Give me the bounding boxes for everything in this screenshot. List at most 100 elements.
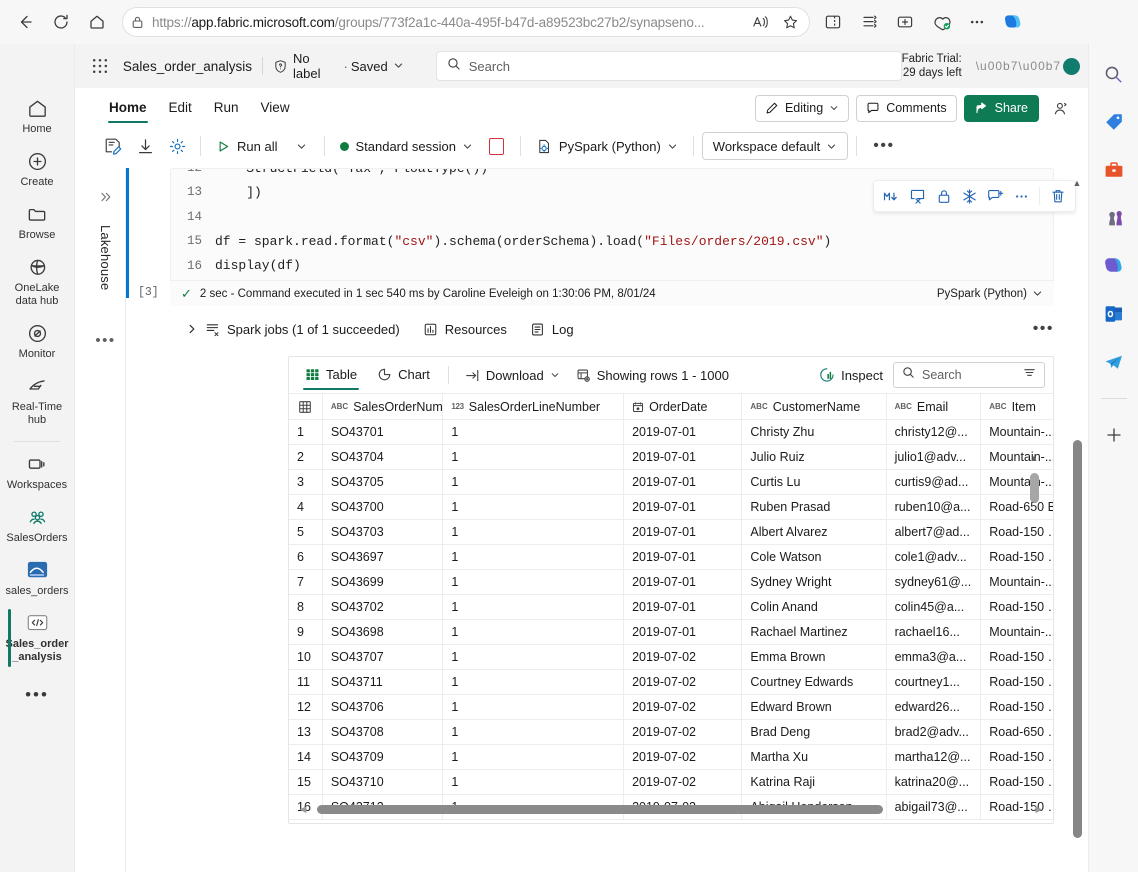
table-row[interactable]: 6 SO43697 1 2019-07-01 Cole Watson cole1@adv.…	[289, 544, 1053, 570]
search-icon[interactable]	[1098, 58, 1130, 90]
page-title[interactable]: Sales_order_analysis	[123, 59, 252, 74]
column-header-item[interactable]: ABC Item	[980, 393, 1053, 420]
outlook-icon[interactable]	[1098, 298, 1130, 330]
table-row[interactable]: 13 SO43708 1 2019-07-02 Brad Deng brad2@adv..…	[289, 719, 1053, 745]
scroll-left-icon[interactable]: ◀	[297, 804, 309, 815]
inspect-button[interactable]: Inspect	[819, 367, 883, 383]
tag-icon[interactable]	[1098, 106, 1130, 138]
select-all-header[interactable]	[289, 393, 323, 420]
sidebar-item-create[interactable]: Create	[0, 143, 75, 196]
trial-status[interactable]: Fabric Trial: 29 days left	[902, 52, 962, 80]
app-launcher-icon[interactable]	[85, 51, 115, 81]
column-header-salesordernumber[interactable]: ABC SalesOrderNumber	[322, 393, 444, 420]
table-row[interactable]: 11 SO43711 1 2019-07-02 Courtney Edwards cour…	[289, 669, 1053, 695]
browser-essentials-icon[interactable]	[888, 5, 922, 39]
gear-icon[interactable]	[162, 131, 192, 161]
column-header-email[interactable]: ABC Email	[886, 393, 982, 420]
table-row[interactable]: 1 SO43701 1 2019-07-01 Christy Zhu christy12@…	[289, 419, 1053, 445]
table-row[interactable]: 10 SO43707 1 2019-07-02 Emma Brown emma3@a...…	[289, 644, 1053, 670]
sensitivity-label-button[interactable]: No label	[273, 51, 341, 81]
expand-chevron-icon[interactable]	[99, 190, 113, 207]
session-selector[interactable]: Standard session	[333, 132, 479, 160]
grid-hscroll-thumb[interactable]	[317, 804, 883, 814]
showing-rows-button[interactable]: Showing rows 1 - 1000	[570, 368, 735, 383]
table-row[interactable]: 15 SO43710 1 2019-07-02 Katrina Raji katrina2…	[289, 769, 1053, 795]
scroll-right-icon[interactable]: ▶	[1033, 804, 1045, 815]
column-header-salesorderlinenumber[interactable]: 123 SalesOrderLineNumber	[442, 393, 625, 420]
run-all-button[interactable]: Run all	[209, 132, 284, 160]
sidebar-item-onelake-data-hub[interactable]: OneLake data hub	[0, 249, 75, 315]
address-bar[interactable]: https://app.fabric.microsoft.com/groups/…	[122, 7, 810, 37]
spark-jobs-label[interactable]: Spark jobs (1 of 1 succeeded)	[227, 322, 400, 337]
more-icon[interactable]	[960, 5, 994, 39]
tab-run[interactable]: Run	[205, 93, 248, 123]
read-aloud-icon[interactable]	[749, 14, 771, 30]
games-icon[interactable]	[1098, 202, 1130, 234]
scroll-up-icon[interactable]: ▲	[1029, 453, 1039, 463]
performance-icon[interactable]	[924, 5, 958, 39]
result-search-input[interactable]	[922, 368, 1016, 382]
run-all-caret[interactable]	[286, 131, 316, 161]
table-row[interactable]: 3 SO43705 1 2019-07-01 Curtis Lu curtis9@ad..…	[289, 469, 1053, 495]
copilot-icon[interactable]	[998, 7, 1028, 37]
data-grid[interactable]: ABCSalesOrderNumber 123SalesOrderLineNum…	[289, 393, 1053, 823]
sidebar-item-browse[interactable]: Browse	[0, 196, 75, 249]
home-button[interactable]	[80, 5, 114, 39]
log-label[interactable]: Log	[552, 322, 574, 337]
comments-button[interactable]: Comments	[856, 94, 957, 122]
lock-icon[interactable]	[931, 183, 956, 209]
sidebar-more-button[interactable]: •••	[25, 685, 49, 705]
table-row[interactable]: 12 SO43706 1 2019-07-02 Edward Brown edward26…	[289, 694, 1053, 720]
save-status-button[interactable]: Saved	[351, 59, 404, 74]
cell-language-selector[interactable]: PySpark (Python)	[937, 288, 1043, 300]
command-more-button[interactable]: •••	[865, 137, 902, 155]
tab-table[interactable]: Table	[297, 360, 365, 390]
collections-icon[interactable]	[852, 5, 886, 39]
table-row[interactable]: 4 SO43700 1 2019-07-01 Ruben Prasad ruben10@a…	[289, 494, 1053, 520]
tab-edit[interactable]: Edit	[160, 93, 201, 123]
scroll-up-icon[interactable]: ▲	[1072, 178, 1082, 188]
add-icon[interactable]	[1098, 419, 1130, 451]
sidebar-item-real-time-hub[interactable]: Real-Time hub	[0, 368, 75, 434]
sidebar-item-sales-order-analysis[interactable]: Sales_order_analysis	[0, 605, 75, 671]
download-button[interactable]: Download	[459, 368, 566, 383]
editing-mode-button[interactable]: Editing	[754, 94, 850, 122]
search-input[interactable]	[468, 58, 891, 74]
tab-view[interactable]: View	[252, 93, 299, 123]
share-people-icon[interactable]	[1046, 95, 1074, 122]
split-screen-icon[interactable]	[816, 5, 850, 39]
table-row[interactable]: 14 SO43709 1 2019-07-02 Martha Xu martha12@..…	[289, 744, 1053, 770]
sidebar-item-monitor[interactable]: Monitor	[0, 315, 75, 368]
global-search[interactable]	[435, 51, 902, 81]
language-selector[interactable]: PySpark (Python)	[529, 132, 685, 160]
sidebar-item-workspaces[interactable]: Workspaces	[0, 446, 75, 499]
markdown-toggle-icon[interactable]	[879, 183, 904, 209]
sidebar-item-home[interactable]: Home	[0, 90, 75, 143]
resources-label[interactable]: Resources	[445, 322, 507, 337]
tab-chart[interactable]: Chart	[369, 360, 438, 390]
notebook-vscroll-thumb[interactable]	[1072, 440, 1082, 838]
filter-icon[interactable]	[1023, 366, 1036, 384]
sidebar-item-salesorders[interactable]: SalesOrders	[0, 499, 75, 552]
star-icon[interactable]	[779, 14, 801, 30]
result-search[interactable]	[893, 362, 1045, 388]
share-button[interactable]: Share	[963, 94, 1039, 122]
grid-vertical-scrollbar[interactable]: ▲ ▼	[1028, 453, 1040, 823]
environment-selector[interactable]: Workspace default	[701, 132, 849, 160]
refresh-button[interactable]	[44, 5, 78, 39]
table-row[interactable]: 7 SO43699 1 2019-07-01 Sydney Wright sydney61…	[289, 569, 1053, 595]
tab-home[interactable]: Home	[100, 93, 156, 123]
stop-session-icon[interactable]	[482, 131, 512, 161]
lakehouse-more-button[interactable]: •••	[95, 332, 115, 349]
table-row[interactable]: 5 SO43703 1 2019-07-01 Albert Alvarez albert7…	[289, 519, 1053, 545]
output-more-button[interactable]: •••	[1033, 320, 1054, 338]
back-button[interactable]	[8, 5, 42, 39]
delete-cell-icon[interactable]	[1045, 183, 1070, 209]
clear-output-icon[interactable]	[905, 183, 930, 209]
grid-horizontal-scrollbar[interactable]: ◀ ▶	[297, 802, 1045, 816]
table-row[interactable]: 9 SO43698 1 2019-07-01 Rachael Martinez racha…	[289, 619, 1053, 645]
presence-status[interactable]: \u00b7\u00b7	[976, 57, 1081, 75]
download-icon[interactable]	[130, 131, 160, 161]
more-icon[interactable]	[1009, 183, 1034, 209]
tools-icon[interactable]	[1098, 154, 1130, 186]
